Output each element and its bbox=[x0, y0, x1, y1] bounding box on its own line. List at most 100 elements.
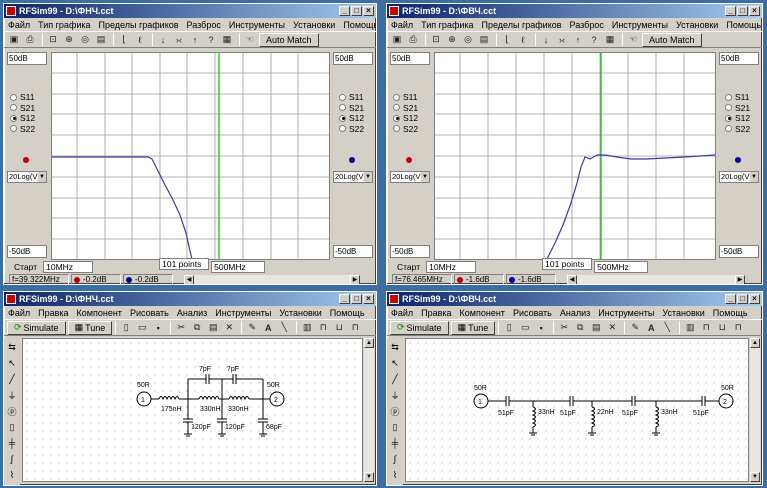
right-db-bottom[interactable]: -50dB bbox=[333, 245, 373, 258]
radio-s11[interactable]: S11 bbox=[10, 92, 35, 103]
copy-icon[interactable]: ⧉ bbox=[573, 321, 587, 335]
help-marker-icon[interactable]: ? bbox=[587, 33, 601, 47]
radio-s11[interactable]: S11 bbox=[725, 92, 750, 103]
table-icon[interactable]: ▤ bbox=[477, 33, 491, 47]
title-bar[interactable]: RFSim99 - D:\ФВЧ.cct _ □ × bbox=[387, 292, 762, 306]
unit-select-left[interactable]: 20Log(V) ▼ bbox=[7, 171, 47, 183]
scroll-left-icon[interactable]: ◀ bbox=[184, 275, 194, 284]
hand-icon[interactable]: ☜ bbox=[243, 33, 257, 47]
radio-s12[interactable]: S12 bbox=[725, 113, 750, 124]
open-file-icon[interactable]: ▭ bbox=[518, 321, 532, 335]
right-db-bottom[interactable]: -50dB bbox=[719, 245, 759, 258]
copy-icon[interactable]: ▣ bbox=[7, 33, 21, 47]
right-db-top[interactable]: 50dB bbox=[333, 52, 373, 65]
wire-icon[interactable]: ╱ bbox=[388, 372, 402, 386]
copy-icon[interactable]: ⧉ bbox=[190, 321, 204, 335]
ground-icon[interactable]: ⏚ bbox=[388, 388, 402, 402]
title-bar[interactable]: RFSim99 - D:\ФВЧ.cct _ □ × bbox=[387, 4, 762, 18]
stop-frequency-input[interactable]: 500MHz bbox=[594, 261, 649, 273]
menu-graph-type[interactable]: Тип графика bbox=[421, 20, 473, 30]
points-input[interactable]: 101 points bbox=[542, 258, 593, 270]
maximize-button[interactable]: □ bbox=[351, 6, 362, 16]
marker-up-icon[interactable]: ↑ bbox=[571, 33, 585, 47]
transformer-icon[interactable]: ⌇ bbox=[5, 468, 19, 482]
print-icon[interactable]: ⎙ bbox=[406, 33, 420, 47]
cut-icon[interactable]: ✂ bbox=[557, 321, 571, 335]
horizontal-scrollbar[interactable]: ◀ ▶ bbox=[567, 274, 745, 284]
s-param-plot[interactable] bbox=[434, 52, 716, 260]
right-db-top[interactable]: 50dB bbox=[719, 52, 759, 65]
calculator-icon[interactable]: ▥ bbox=[683, 321, 697, 335]
start-frequency-input[interactable]: 10MHz bbox=[426, 261, 477, 273]
radio-s12[interactable]: S12 bbox=[10, 113, 35, 124]
scroll-right-icon[interactable]: ▶ bbox=[350, 275, 360, 284]
linear-scale-icon[interactable]: ⌊ bbox=[500, 33, 514, 47]
horizontal-scrollbar[interactable]: ◀ ▶ bbox=[184, 274, 360, 284]
menu-draw[interactable]: Рисовать bbox=[130, 308, 169, 318]
menu-file[interactable]: Файл bbox=[8, 20, 30, 30]
stop-frequency-input[interactable]: 500MHz bbox=[211, 261, 266, 273]
menu-settings[interactable]: Установки bbox=[293, 20, 335, 30]
linear-scale-icon[interactable]: ⌊ bbox=[117, 33, 131, 47]
filter-icon[interactable]: ⊓ bbox=[699, 321, 713, 335]
minimize-button[interactable]: _ bbox=[339, 6, 350, 16]
open-file-icon[interactable]: ▭ bbox=[135, 321, 149, 335]
left-db-top[interactable]: 50dB bbox=[7, 52, 47, 65]
minimize-button[interactable]: _ bbox=[725, 294, 736, 304]
text-icon[interactable]: A bbox=[644, 321, 658, 335]
help-marker-icon[interactable]: ? bbox=[204, 33, 218, 47]
menu-graph-type[interactable]: Тип графика bbox=[38, 20, 90, 30]
menu-tools[interactable]: Инструменты bbox=[612, 20, 668, 30]
line-icon[interactable]: ╲ bbox=[660, 321, 674, 335]
tune-button[interactable]: ▦ Tune bbox=[67, 320, 113, 335]
polar-icon[interactable]: ◎ bbox=[461, 33, 475, 47]
paste-icon[interactable]: ▤ bbox=[206, 321, 220, 335]
tune-button[interactable]: ▦ Tune bbox=[450, 320, 496, 335]
capacitor-icon[interactable]: ╪ bbox=[388, 436, 402, 450]
start-frequency-input[interactable]: 10MHz bbox=[43, 261, 94, 273]
menu-spread[interactable]: Разброс bbox=[187, 20, 221, 30]
schematic-canvas[interactable]: 50R 1 51pF 33nH 51pF 22nH 51pF 33nH 51pF… bbox=[405, 338, 749, 482]
inductor-icon[interactable]: ∫ bbox=[388, 452, 402, 466]
menu-help[interactable]: Помощь bbox=[343, 20, 376, 30]
menu-tools[interactable]: Инструменты bbox=[215, 308, 271, 318]
menu-help[interactable]: Помощь bbox=[726, 20, 761, 30]
delete-icon[interactable]: ✕ bbox=[605, 321, 619, 335]
smith-chart-icon[interactable]: ⊕ bbox=[62, 33, 76, 47]
inductor-icon[interactable]: ∫ bbox=[5, 452, 19, 466]
transformer-icon[interactable]: ⌇ bbox=[388, 468, 402, 482]
cut-icon[interactable]: ✂ bbox=[174, 321, 188, 335]
s-param-plot[interactable] bbox=[51, 52, 330, 260]
unit-select-left[interactable]: 20Log(V) ▼ bbox=[390, 171, 430, 183]
radio-s11[interactable]: S11 bbox=[393, 92, 418, 103]
menu-settings[interactable]: Установки bbox=[662, 308, 704, 318]
left-db-bottom[interactable]: -50dB bbox=[390, 245, 430, 258]
port-icon[interactable]: ⓟ bbox=[5, 404, 19, 418]
close-button[interactable]: × bbox=[749, 6, 760, 16]
table-icon[interactable]: ▤ bbox=[94, 33, 108, 47]
radio-s22[interactable]: S22 bbox=[10, 124, 35, 135]
radio-s22[interactable]: S22 bbox=[393, 124, 418, 135]
maximize-button[interactable]: □ bbox=[737, 294, 748, 304]
match-icon[interactable]: ⊔ bbox=[332, 321, 346, 335]
vertical-scrollbar[interactable]: ▲ ▼ bbox=[364, 338, 374, 482]
delete-icon[interactable]: ✕ bbox=[222, 321, 236, 335]
radio-s22[interactable]: S22 bbox=[725, 124, 750, 135]
menu-edit[interactable]: Правка bbox=[421, 308, 451, 318]
hand-icon[interactable]: ☜ bbox=[626, 33, 640, 47]
menu-help[interactable]: Помощь bbox=[330, 308, 365, 318]
simulate-button[interactable]: ⟳ Simulate bbox=[390, 320, 449, 335]
menu-file[interactable]: Файл bbox=[8, 308, 30, 318]
trim-icon[interactable]: ⊓ bbox=[348, 321, 362, 335]
menu-file[interactable]: Файл bbox=[391, 308, 413, 318]
save-icon[interactable]: ▪ bbox=[534, 321, 548, 335]
minimize-button[interactable]: _ bbox=[725, 6, 736, 16]
close-button[interactable]: × bbox=[363, 294, 374, 304]
print-icon[interactable]: ⎙ bbox=[23, 33, 37, 47]
pointer-icon[interactable]: ↖ bbox=[5, 356, 19, 370]
tune-icon[interactable]: ▦ bbox=[220, 33, 234, 47]
menu-tools[interactable]: Инструменты bbox=[229, 20, 285, 30]
radio-s11[interactable]: S11 bbox=[339, 92, 364, 103]
menu-component[interactable]: Компонент bbox=[77, 308, 122, 318]
radio-s21[interactable]: S21 bbox=[10, 103, 35, 114]
